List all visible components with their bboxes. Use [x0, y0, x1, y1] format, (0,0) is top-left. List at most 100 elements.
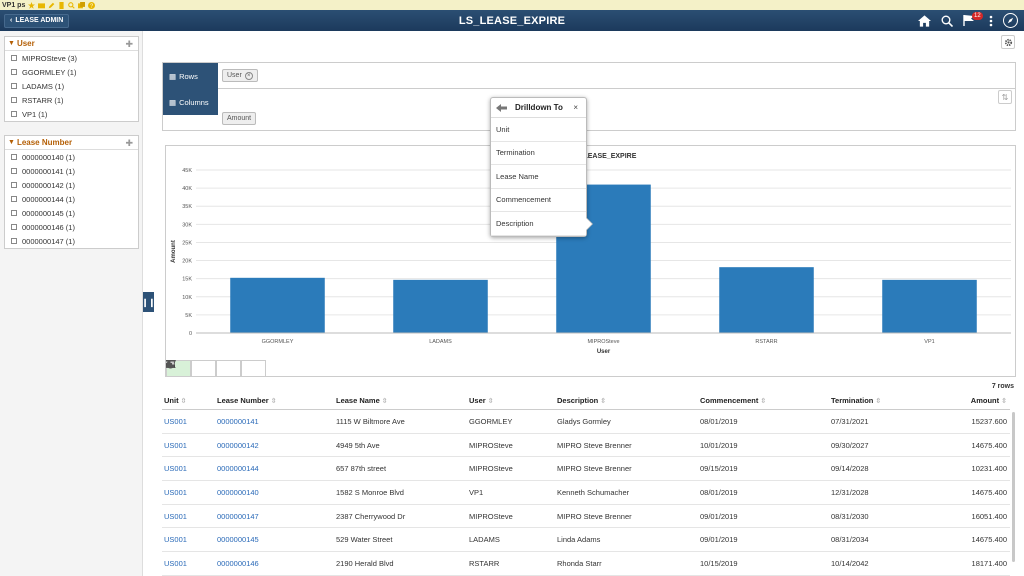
- table-row[interactable]: US001 0000000142 4949 5th Ave MIPROSteve MIP…: [162, 434, 1010, 458]
- settings-button[interactable]: [1001, 35, 1015, 49]
- facet-item[interactable]: GGORMLEY (1): [5, 65, 138, 79]
- checkbox[interactable]: [11, 83, 17, 89]
- folder-icon[interactable]: [38, 2, 46, 9]
- checkbox[interactable]: [11, 196, 17, 202]
- home-icon[interactable]: [918, 14, 931, 27]
- cell-unit[interactable]: US001: [162, 512, 215, 521]
- back-button[interactable]: ‹ LEASE ADMIN: [4, 13, 70, 28]
- row-field-chip[interactable]: User ×: [222, 69, 258, 82]
- checkbox[interactable]: [11, 238, 17, 244]
- help-icon[interactable]: ?: [88, 1, 96, 9]
- cell-lease-number[interactable]: 0000000145: [215, 535, 334, 544]
- cell-user: VP1: [469, 487, 484, 497]
- remove-icon[interactable]: ×: [244, 71, 253, 80]
- facet-item[interactable]: 0000000142 (1): [5, 178, 138, 192]
- column-header-lease-name[interactable]: Lease Name ⇳: [334, 396, 467, 405]
- cell-lease-number[interactable]: 0000000140: [215, 488, 334, 497]
- column-header-description[interactable]: Description ⇳: [555, 396, 698, 405]
- column-header-commencement[interactable]: Commencement ⇳: [698, 396, 829, 405]
- column-header-lease-number[interactable]: Lease Number ⇳: [215, 396, 334, 405]
- columns-drop-zone[interactable]: Amount: [218, 89, 1015, 125]
- cell-amount: 10231.400: [971, 464, 1007, 474]
- drilldown-item-commencement[interactable]: Commencement: [491, 189, 586, 212]
- cell-description: Rhonda Starr: [557, 558, 602, 568]
- drag-plus-icon[interactable]: ✚: [125, 39, 133, 50]
- column-label: Lease Number: [217, 396, 269, 405]
- facet-item[interactable]: 0000000144 (1): [5, 192, 138, 206]
- facet-item[interactable]: RSTARR (1): [5, 93, 138, 107]
- checkbox[interactable]: [11, 111, 17, 117]
- facet-item-label: GGORMLEY (1): [22, 67, 77, 77]
- column-label: User: [469, 396, 486, 405]
- checkbox[interactable]: [11, 182, 17, 188]
- collapse-panel-button[interactable]: ❙❙: [142, 292, 155, 312]
- cell-unit[interactable]: US001: [162, 535, 215, 544]
- checkbox[interactable]: [11, 55, 17, 61]
- cell-unit[interactable]: US001: [162, 417, 215, 426]
- checkbox[interactable]: [11, 69, 17, 75]
- cell-unit[interactable]: US001: [162, 464, 215, 473]
- column-header-user[interactable]: User ⇳: [467, 396, 555, 405]
- vertical-scrollbar[interactable]: [1012, 412, 1015, 562]
- drilldown-item-description[interactable]: Description: [491, 212, 586, 236]
- facet-item[interactable]: 0000000147 (1): [5, 234, 138, 248]
- facet-item[interactable]: 0000000145 (1): [5, 206, 138, 220]
- copy-icon[interactable]: [78, 1, 86, 9]
- table-row[interactable]: US001 0000000146 2190 Herald Blvd RSTARR Rho…: [162, 552, 1010, 576]
- facet-item[interactable]: VP1 (1): [5, 107, 138, 121]
- checkbox[interactable]: [11, 210, 17, 216]
- cell-lease-number[interactable]: 0000000147: [215, 512, 334, 521]
- cell-lease-number[interactable]: 0000000144: [215, 464, 334, 473]
- facet-item[interactable]: 0000000141 (1): [5, 164, 138, 178]
- more-actions-icon[interactable]: [989, 15, 993, 27]
- arrow-left-icon[interactable]: [496, 103, 507, 112]
- checkbox[interactable]: [11, 154, 17, 160]
- column-header-amount[interactable]: Amount ⇳: [942, 396, 1010, 405]
- column-header-termination[interactable]: Termination ⇳: [829, 396, 942, 405]
- cell-lease-number[interactable]: 0000000146: [215, 559, 334, 568]
- cell-unit[interactable]: US001: [162, 441, 215, 450]
- swap-axes-button[interactable]: ⇅: [998, 90, 1012, 104]
- pie-chart-tab[interactable]: [166, 360, 241, 376]
- facet-lease-number-header[interactable]: ▼ Lease Number ✚: [5, 136, 138, 150]
- pencil-icon[interactable]: [48, 2, 55, 9]
- magnifier-icon[interactable]: [68, 1, 76, 9]
- table-row[interactable]: US001 0000000147 2387 Cherrywood Dr MIPROSt…: [162, 505, 1010, 529]
- cell-unit[interactable]: US001: [162, 559, 215, 568]
- notifications-button[interactable]: 12: [963, 11, 983, 28]
- cell-lease-number[interactable]: 0000000141: [215, 417, 334, 426]
- horizontal-bar-chart-tab[interactable]: [166, 360, 266, 376]
- checkbox[interactable]: [11, 168, 17, 174]
- star-icon[interactable]: [28, 1, 36, 9]
- cell-unit[interactable]: US001: [162, 488, 215, 497]
- cell-commencement: 09/01/2019: [700, 535, 738, 545]
- checkbox[interactable]: [11, 224, 17, 230]
- rows-drop-zone[interactable]: User ×: [218, 63, 1015, 89]
- cell-lease-number[interactable]: 0000000142: [215, 441, 334, 450]
- document-icon[interactable]: [58, 1, 65, 9]
- facet-user-header[interactable]: ▼ User ✚: [5, 37, 138, 51]
- drilldown-item-unit[interactable]: Unit: [491, 118, 586, 142]
- line-chart-tab[interactable]: [166, 360, 216, 376]
- drilldown-item-termination[interactable]: Termination: [491, 142, 586, 165]
- table-row[interactable]: US001 0000000144 657 87th street MIPROSteve…: [162, 457, 1010, 482]
- table-row[interactable]: US001 0000000145 529 Water Street LADAMS Lin…: [162, 528, 1010, 553]
- table-row[interactable]: US001 0000000141 1115 W Biltmore Ave GGORML…: [162, 410, 1010, 434]
- facet-item[interactable]: 0000000146 (1): [5, 220, 138, 234]
- facet-item-label: 0000000145 (1): [22, 208, 75, 218]
- column-header-unit[interactable]: Unit ⇳: [162, 396, 215, 405]
- value-field-chip[interactable]: Amount: [222, 112, 257, 125]
- checkbox[interactable]: [11, 97, 17, 103]
- sort-icon: ⇳: [270, 398, 277, 405]
- close-icon[interactable]: ×: [573, 103, 578, 112]
- navbar-button[interactable]: [1003, 13, 1018, 28]
- table-row[interactable]: US001 0000000140 1582 S Monroe Blvd VP1 Kenn…: [162, 481, 1010, 505]
- facet-item[interactable]: LADAMS (1): [5, 79, 138, 93]
- search-icon[interactable]: [941, 15, 953, 27]
- banner-header: ‹ LEASE ADMIN LS_LEASE_EXPIRE 12: [0, 10, 1024, 31]
- facet-item[interactable]: MIPROSteve (3): [5, 51, 138, 65]
- facet-item[interactable]: 0000000140 (1): [5, 150, 138, 164]
- drilldown-item-lease-name[interactable]: Lease Name: [491, 165, 586, 189]
- drag-plus-icon[interactable]: ✚: [125, 138, 133, 149]
- y-tick-label: 40K: [182, 186, 192, 192]
